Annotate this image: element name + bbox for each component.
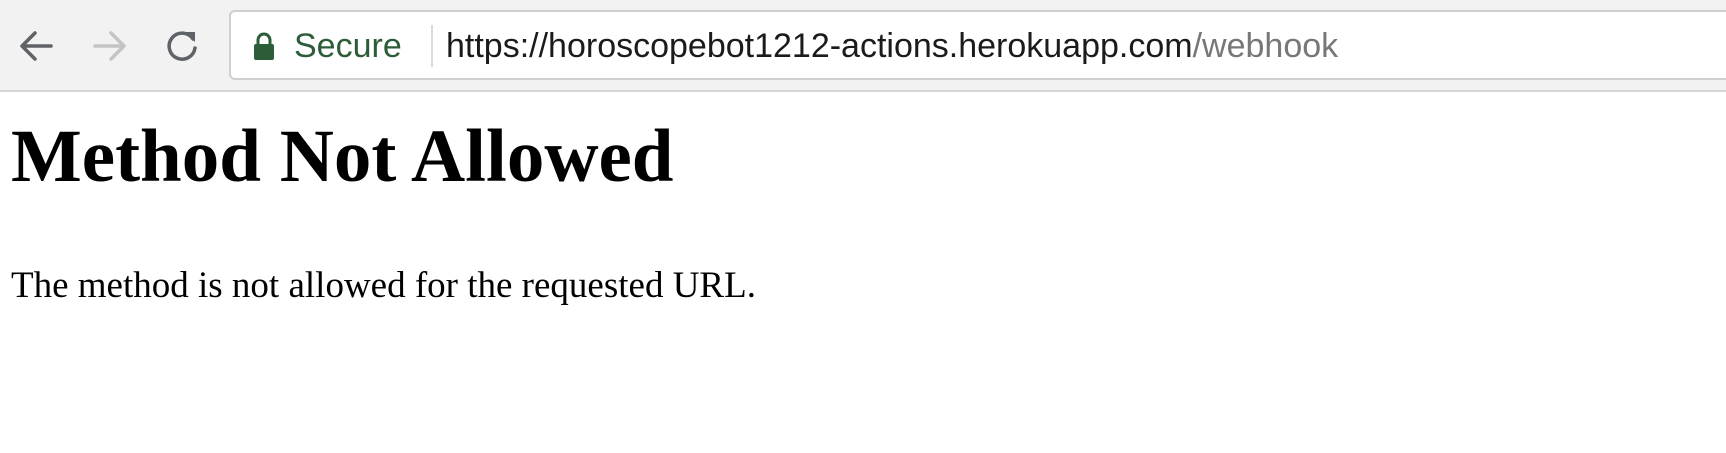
arrow-right-icon — [93, 31, 126, 61]
url-path: /webhook — [1192, 27, 1339, 65]
address-divider — [431, 25, 433, 67]
lock-icon — [254, 32, 274, 60]
arrow-left-icon — [20, 31, 53, 61]
secure-label[interactable]: Secure — [294, 26, 402, 66]
back-button[interactable] — [12, 22, 60, 70]
browser-toolbar: Secure https://horoscopebot1212-actions.… — [0, 0, 1726, 92]
url-text[interactable]: https://horoscopebot1212-actions.herokua… — [446, 26, 1338, 66]
reload-icon — [167, 31, 197, 61]
page-title: Method Not Allowed — [11, 115, 674, 198]
url-host: https://horoscopebot1212-actions.herokua… — [446, 27, 1193, 65]
forward-button[interactable] — [86, 22, 134, 70]
reload-button[interactable] — [158, 22, 206, 70]
address-bar[interactable]: Secure https://horoscopebot1212-actions.… — [229, 10, 1726, 80]
error-message: The method is not allowed for the reques… — [11, 265, 756, 306]
